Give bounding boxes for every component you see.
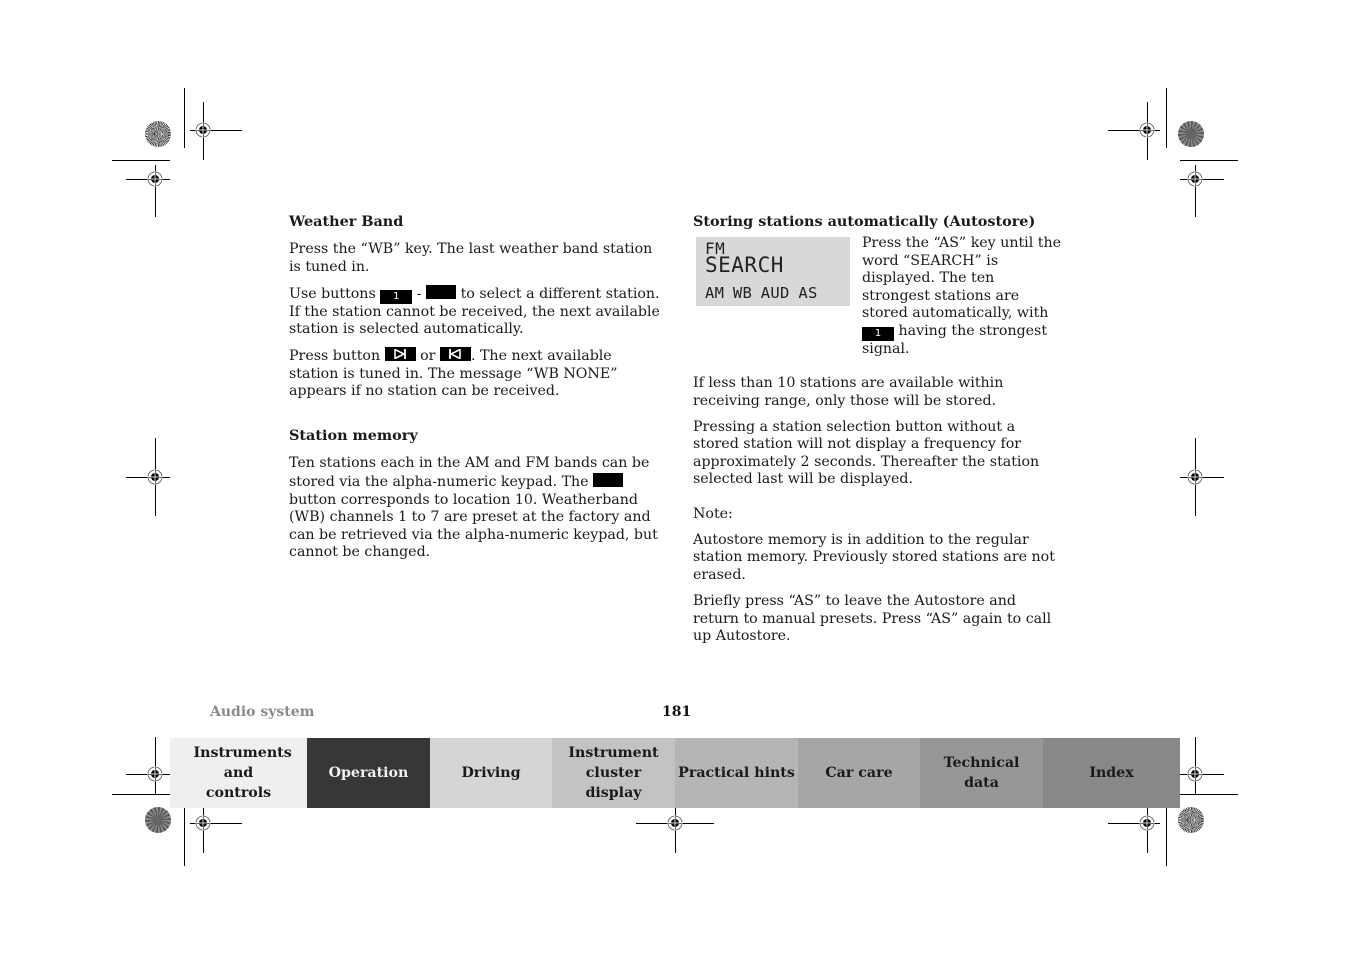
lcd-line-status: SEARCH — [705, 253, 784, 277]
crosshair-target-icon — [147, 766, 163, 782]
text: Press button — [289, 348, 385, 365]
crop-line — [1166, 88, 1167, 148]
tab-index[interactable]: Index — [1043, 738, 1180, 808]
crosshair-target-icon — [1139, 815, 1155, 831]
lcd-line-softkeys: AM WB AUD AS — [705, 284, 818, 302]
crop-line — [112, 160, 170, 161]
autostore-display-row: FM SEARCH AM WB AUD AS Press the “AS” ke… — [693, 218, 1065, 367]
crosshair-target-icon — [1187, 171, 1203, 187]
crop-line — [1166, 808, 1167, 866]
tab-practical-hints[interactable]: Practical hints — [675, 738, 798, 808]
crosshair-target-icon — [195, 815, 211, 831]
section-heading: Storing stations automatically (Autostor… — [693, 213, 1036, 230]
tab-label: Car care — [825, 765, 893, 781]
crosshair-target-icon — [147, 469, 163, 485]
tab-label: Technical data — [943, 755, 1020, 791]
text: button corresponds to location 10. Weath… — [289, 491, 658, 561]
crosshair-target-icon — [195, 122, 211, 138]
preset-button-10 — [426, 284, 457, 299]
section-heading: Station memory — [289, 427, 418, 445]
tab-instruments-and-controls[interactable]: Instruments and controls — [170, 738, 307, 808]
paragraph: Briefly press “AS” to leave the Autostor… — [693, 593, 1052, 645]
paragraph: Press the “WB” key. The last weather ban… — [289, 241, 653, 275]
preset-button-10 — [593, 472, 624, 487]
crop-line — [184, 808, 185, 866]
tab-label: Instrument cluster display — [568, 745, 659, 801]
station-memory-section: Station memory Ten stations each in the … — [289, 426, 661, 562]
weather-band-section: Weather Band Press the “WB” key. The las… — [289, 212, 661, 401]
tab-label: Driving — [461, 765, 521, 781]
paragraph: Press the “AS” key until the word “SEARC… — [862, 235, 1062, 359]
right-column: Storing stations automatically (Autostor… — [693, 212, 1065, 654]
text: - — [412, 285, 427, 302]
chapter-tabs: Instruments and controls Operation Drivi… — [170, 738, 1180, 808]
tab-label: Practical hints — [678, 765, 795, 781]
text: or — [415, 348, 440, 365]
preset-button-1: 1 — [380, 289, 413, 304]
rosette-icon — [145, 121, 171, 147]
tab-car-care[interactable]: Car care — [798, 738, 920, 808]
section-heading: Weather Band — [289, 213, 404, 230]
crop-line — [184, 88, 185, 148]
crop-line — [1180, 160, 1238, 161]
paragraph: Pressing a station selection button with… — [693, 418, 1040, 488]
tab-instrument-cluster-display[interactable]: Instrument cluster display — [552, 738, 675, 808]
crosshair-target-icon — [1187, 469, 1203, 485]
rosette-icon — [1178, 121, 1204, 147]
paragraph: Press button or . The next available sta… — [289, 347, 661, 401]
manual-page: Weather Band Press the “WB” key. The las… — [0, 0, 1351, 954]
paragraph: If less than 10 stations are available w… — [693, 374, 1004, 409]
tab-label: Operation — [328, 765, 409, 781]
rosette-icon — [145, 807, 171, 833]
note-label: Note: — [693, 505, 733, 522]
crosshair-target-icon — [1187, 766, 1203, 782]
tab-label: Index — [1089, 765, 1134, 781]
paragraph: Use buttons 1 - to select a different st… — [289, 284, 661, 339]
text: Press the “AS” key until the word “SEARC… — [862, 235, 1062, 322]
radio-lcd-display: FM SEARCH AM WB AUD AS — [696, 237, 850, 306]
tab-label: Instruments and controls — [193, 745, 292, 801]
crop-line — [1180, 794, 1238, 795]
skip-back-icon — [439, 347, 471, 362]
skip-forward-icon — [384, 347, 416, 362]
crosshair-target-icon — [667, 815, 683, 831]
paragraph: Autostore memory is in addition to the r… — [693, 531, 1055, 584]
tab-operation[interactable]: Operation — [307, 738, 430, 808]
crosshair-target-icon — [1139, 122, 1155, 138]
footer-section-title: Audio system — [210, 704, 315, 720]
text: Use buttons — [289, 285, 381, 302]
crosshair-target-icon — [147, 171, 163, 187]
page-number: 181 — [662, 704, 692, 720]
preset-button-1: 1 — [862, 326, 894, 341]
rosette-icon — [1178, 807, 1204, 833]
left-column: Weather Band Press the “WB” key. The las… — [289, 212, 661, 570]
tab-driving[interactable]: Driving — [430, 738, 552, 808]
paragraph: Ten stations each in the AM and FM bands… — [289, 455, 661, 562]
tab-technical-data[interactable]: Technical data — [920, 738, 1043, 808]
crop-line — [112, 794, 170, 795]
